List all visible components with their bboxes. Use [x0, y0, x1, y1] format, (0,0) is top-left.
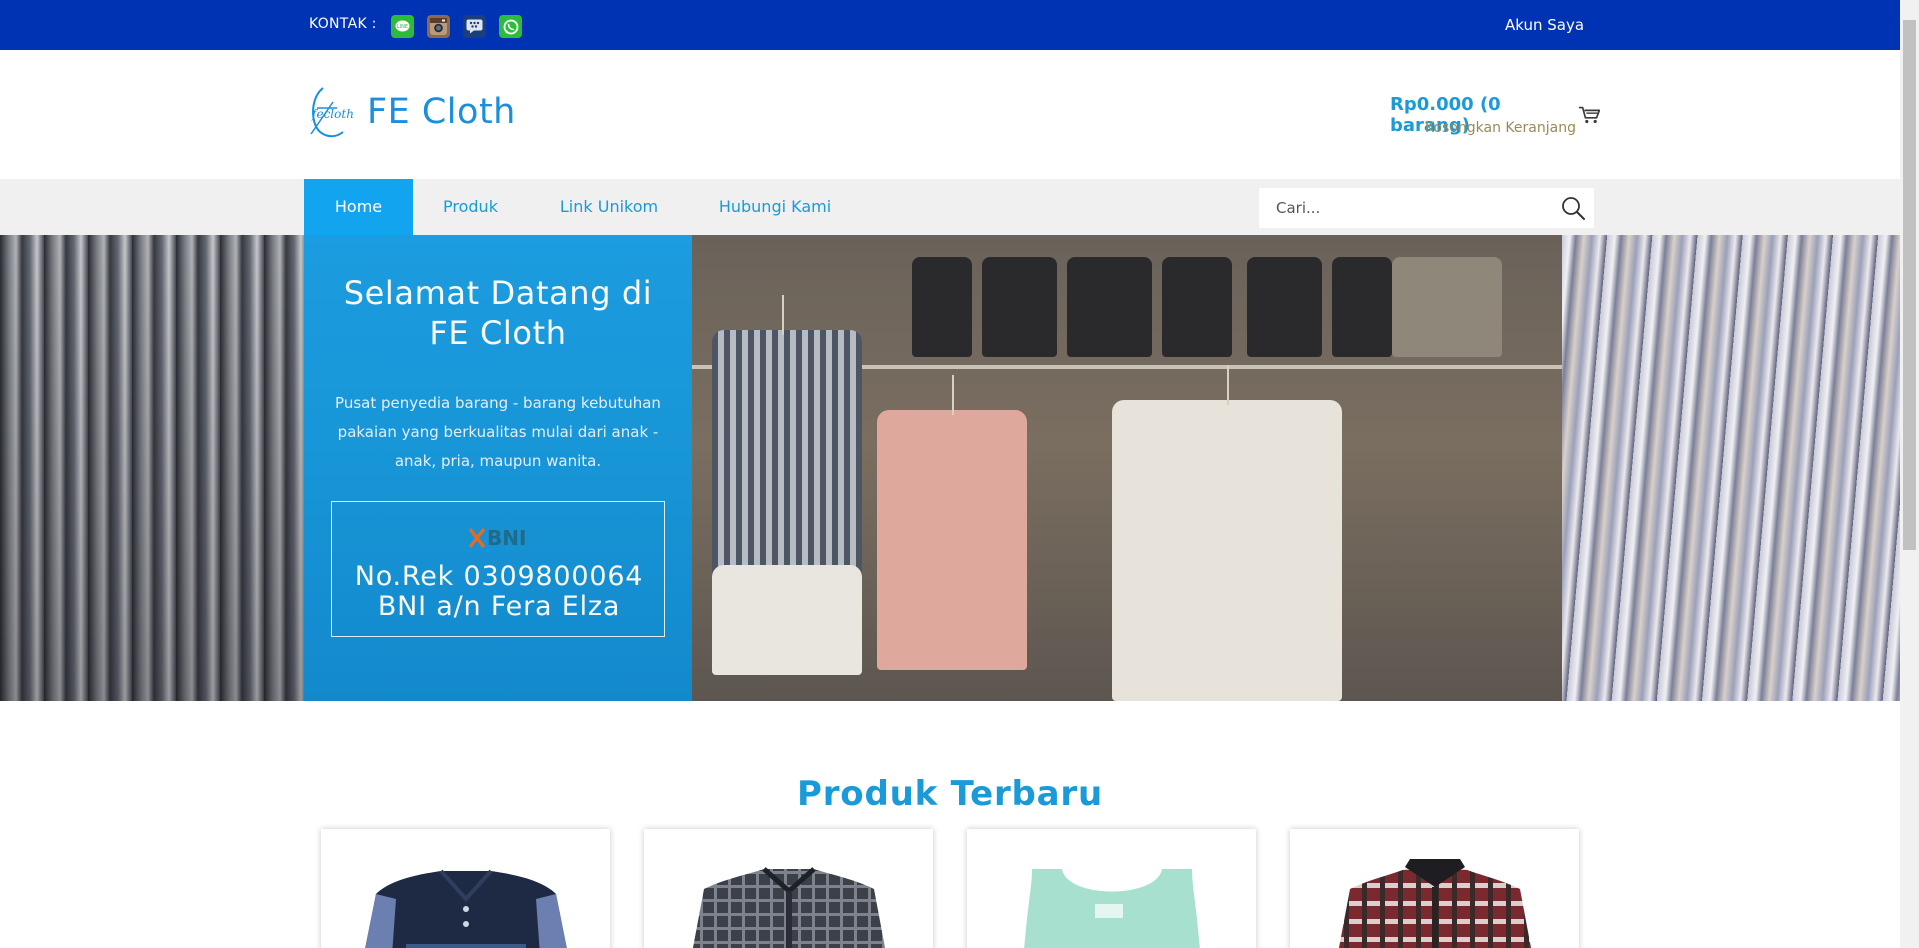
product-grid [321, 829, 1579, 948]
bag-image [1332, 257, 1392, 357]
page: KONTAK : LINE Akun Saya fecloth FE Cloth… [0, 0, 1919, 948]
hero-title-line-2: FE Cloth [429, 314, 567, 352]
bank-account-holder: BNI a/n Fera Elza [377, 591, 621, 622]
nav-item-hubungi-kami[interactable]: Hubungi Kami [690, 179, 860, 235]
hero-photo-right [692, 235, 1900, 701]
contact-label: KONTAK : [309, 16, 377, 32]
hanging-shirts-image [1562, 235, 1900, 701]
bni-mark-icon [469, 528, 485, 548]
bag-image [1162, 257, 1232, 357]
cart-icon [1578, 106, 1600, 124]
pink-top-image [877, 410, 1027, 670]
product-card[interactable] [644, 829, 933, 948]
line-icon[interactable]: LINE [391, 15, 414, 38]
bag-image [982, 257, 1057, 357]
bni-logo: BNI [469, 526, 526, 550]
hero-photo-left [0, 235, 304, 701]
hanger-hook [952, 375, 954, 415]
product-image-red-plaid-shirt [1338, 859, 1532, 948]
hanger-hook [1227, 365, 1229, 405]
hanger-hook [782, 295, 784, 335]
nav-item-produk[interactable]: Produk [413, 179, 528, 235]
product-image-mint-tank [1024, 869, 1200, 948]
search-input[interactable] [1259, 188, 1549, 228]
search-box [1259, 188, 1594, 228]
nav-item-home[interactable]: Home [304, 179, 413, 235]
lace-skirt-image [712, 565, 862, 675]
svg-text:fecloth: fecloth [311, 107, 354, 121]
bank-account-number: No.Rek 0309800064 [354, 561, 644, 592]
site-header: fecloth FE Cloth Rp0.000 (0 barang) Koso… [0, 50, 1900, 179]
empty-cart-link[interactable]: Kosongkan Keranjang [1425, 120, 1576, 136]
hero-subtitle: Pusat penyedia barang - barang kebutuhan… [335, 394, 661, 470]
logo-mark-icon: fecloth [310, 87, 354, 138]
site-logo[interactable]: fecloth FE Cloth [303, 82, 516, 142]
top-bar: KONTAK : LINE Akun Saya [0, 0, 1900, 50]
bag-image [912, 257, 972, 357]
whatsapp-icon[interactable] [499, 15, 522, 38]
bank-info-box: BNI No.Rek 0309800064 BNI a/n Fera Elza [331, 501, 665, 637]
scrollbar-thumb[interactable] [1903, 20, 1916, 550]
main-nav: Home Produk Link Unikom Hubungi Kami [0, 179, 1900, 235]
account-link[interactable]: Akun Saya [1505, 16, 1584, 34]
page-scrollbar[interactable] [1900, 0, 1919, 948]
bag-image [1247, 257, 1322, 357]
product-image-navy-polo [365, 869, 567, 948]
section-title-latest-products: Produk Terbaru [797, 774, 1103, 814]
bag-image [1392, 257, 1502, 357]
white-tshirt-image [1112, 400, 1342, 701]
hero-title: Selamat Datang di FE Cloth [304, 273, 692, 353]
nav-item-link-unikom[interactable]: Link Unikom [528, 179, 690, 235]
contact-icons: LINE [391, 15, 522, 38]
bni-logo-text: BNI [487, 526, 527, 550]
cart-summary[interactable]: Rp0.000 (0 barang) Kosongkan Keranjang [1390, 94, 1600, 136]
hero-title-line-1: Selamat Datang di [343, 274, 653, 312]
bag-image [1067, 257, 1152, 357]
hero-banner: Selamat Datang di FE Cloth Pusat penyedi… [0, 235, 1900, 701]
hero-welcome-panel: Selamat Datang di FE Cloth Pusat penyedi… [304, 235, 692, 701]
instagram-icon[interactable] [427, 15, 450, 38]
product-image-plaid-shirt [692, 867, 886, 948]
search-icon[interactable] [1560, 195, 1586, 221]
product-card[interactable] [1290, 829, 1579, 948]
blackberry-messenger-icon[interactable] [463, 15, 486, 38]
product-card[interactable] [321, 829, 610, 948]
product-card[interactable] [967, 829, 1256, 948]
svg-text:LINE: LINE [397, 24, 408, 30]
logo-text: FE Cloth [367, 92, 516, 132]
